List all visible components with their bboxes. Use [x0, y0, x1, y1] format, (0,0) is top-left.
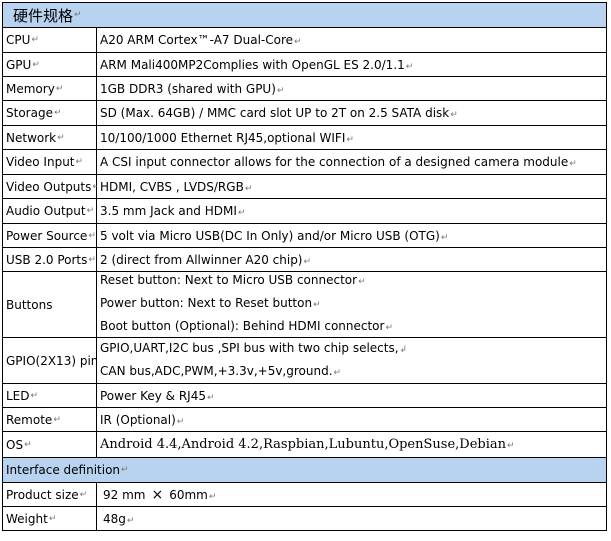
row-value: Power Key & RJ45 [100, 388, 206, 403]
row-label: Network [6, 130, 57, 145]
buttons-line: Power button: Next to Reset button [100, 296, 313, 310]
row-value: ARM Mali400MP2Complies with OpenGL ES 2.… [100, 57, 405, 72]
row-value: 2 (direct from Allwinner A20 chip) [100, 252, 303, 267]
weight-row: Weight ↵ 48g↵ [2, 507, 607, 531]
spec-row: CPU ↵ A20 ARM Cortex™-A7 Dual-Core↵ [2, 28, 607, 53]
row-label: Audio Output [6, 204, 86, 218]
remote-row: Remote ↵ IR (Optional)↵ [2, 408, 607, 432]
row-label: Storage [6, 106, 53, 120]
row-label: Product size [6, 487, 79, 502]
spec-row: GPU ↵ ARM Mali400MP2Complies with OpenGL E… [2, 53, 607, 77]
size-height: 60mm [169, 487, 208, 502]
row-label: GPIO(2X13) pin [6, 353, 99, 368]
row-value: A CSI input connector allows for the con… [100, 155, 569, 169]
row-value: HDMI, CVBS , LVDS/RGB [100, 179, 244, 194]
buttons-line: Reset button: Next to Micro USB connecto… [100, 273, 358, 287]
row-label: LED [6, 388, 30, 403]
interface-definition-header: Interface definition ↵ [2, 458, 607, 483]
spec-table: 硬件规格 ↵ CPU ↵ A20 ARM Cortex™-A7 Dual-Core↵ G… [2, 2, 607, 531]
times-sign: × [151, 486, 164, 503]
row-label: GPU [6, 57, 32, 72]
row-value: 1GB DDR3 (shared with GPU) [100, 81, 276, 96]
row-value: 5 volt via Micro USB(DC In Only) and/or … [100, 228, 440, 243]
os-value: Android 4.4,Android 4.2,Raspbian,Lubuntu… [100, 437, 506, 452]
row-label: Remote [6, 412, 53, 427]
spec-row: USB 2.0 Ports ↵ 2 (direct from Allwinner A… [2, 248, 607, 272]
row-label: Weight [6, 511, 48, 526]
row-label: CPU [6, 33, 31, 47]
header-title: 硬件规格 [13, 6, 74, 25]
gpio-row: GPIO(2X13) pin GPIO,UART,I2C bus ,SPI bu… [2, 338, 607, 384]
row-label: Video Outputs [6, 179, 92, 194]
gpio-line: CAN bus,ADC,PWM,+3.3v,+5v,ground. [100, 363, 333, 378]
row-value: 3.5 mm Jack and HDMI [100, 204, 237, 218]
buttons-row: Buttons Reset button: Next to Micro USB … [2, 272, 607, 338]
gpio-line: GPIO,UART,I2C bus ,SPI bus with two chip… [100, 340, 399, 355]
led-row: LED ↵ Power Key & RJ45↵ [2, 384, 607, 408]
hardware-spec-header: 硬件规格 ↵ [2, 2, 607, 28]
size-width: 92 mm [103, 487, 146, 502]
spec-row: Network ↵ 10/100/1000 Ethernet RJ45,option… [2, 126, 607, 150]
spec-row: Video Input ↵ A CSI input connector allows… [2, 150, 607, 175]
row-value: A20 ARM Cortex™-A7 Dual-Core [100, 33, 294, 47]
row-label: USB 2.0 Ports [6, 252, 88, 267]
spec-row: Storage ↵ SD (Max. 64GB) / MMC card slot U… [2, 101, 607, 126]
spec-row: Memory ↵ 1GB DDR3 (shared with GPU)↵ [2, 77, 607, 101]
row-value: IR (Optional) [100, 412, 176, 427]
row-value: SD (Max. 64GB) / MMC card slot UP to 2T … [100, 106, 450, 120]
row-label: Memory [6, 81, 55, 96]
row-value: 48g [103, 511, 126, 526]
product-size-row: Product size ↵ 92 mm × 60mm↵ [2, 483, 607, 507]
interface-title: Interface definition [6, 463, 121, 477]
row-value: 10/100/1000 Ethernet RJ45,optional WIFI [100, 130, 346, 145]
spec-row: Power Source ↵ 5 volt via Micro USB(DC In … [2, 224, 607, 248]
row-label: Buttons [6, 297, 53, 312]
spec-row: Video Outputs↵HDMI, CVBS , LVDS/RGB↵ [2, 175, 607, 199]
buttons-line: Boot button (Optional): Behind HDMI conn… [100, 319, 385, 333]
os-row: OS ↵ Android 4.4,Android 4.2,Raspbian,Lub… [2, 432, 607, 458]
spec-row: Audio Output ↵ 3.5 mm Jack and HDMI↵ [2, 199, 607, 224]
row-label: Power Source [6, 228, 88, 243]
row-label: OS [6, 437, 24, 452]
row-label: Video Input [6, 155, 75, 169]
